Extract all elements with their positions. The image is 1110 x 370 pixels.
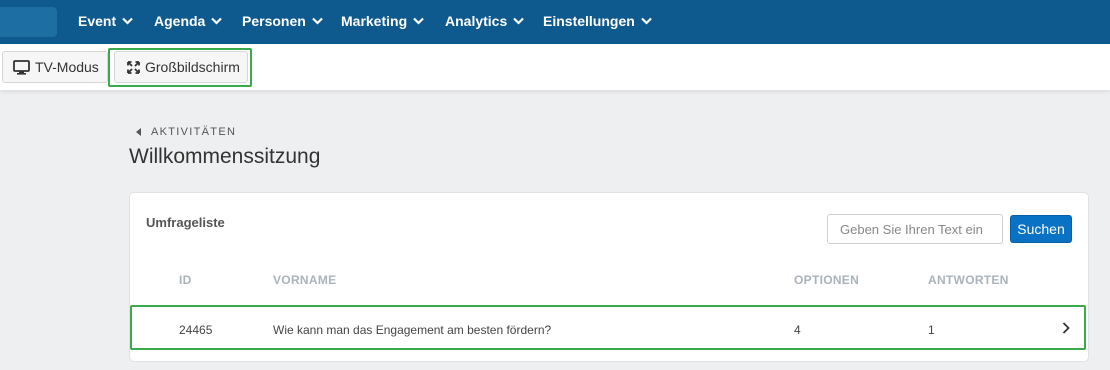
chevron-down-icon xyxy=(641,17,652,25)
nav-item-label: Event xyxy=(78,13,117,29)
cell-answers: 1 xyxy=(928,323,935,337)
column-header-name[interactable]: VORNAME xyxy=(273,273,336,287)
nav-item-label: Marketing xyxy=(341,13,408,29)
nav-item-marketing[interactable]: Marketing xyxy=(341,0,424,44)
nav-item-einstellungen[interactable]: Einstellungen xyxy=(543,0,652,44)
chevron-down-icon xyxy=(413,17,424,25)
nav-item-label: Einstellungen xyxy=(543,13,635,29)
caret-left-icon xyxy=(136,128,141,136)
app-logo[interactable] xyxy=(0,7,57,37)
nav-item-label: Agenda xyxy=(154,13,206,29)
chevron-down-icon xyxy=(312,17,323,25)
card-title: Umfrageliste xyxy=(146,215,225,230)
chevron-down-icon xyxy=(211,17,223,25)
column-header-answers[interactable]: ANTWORTEN xyxy=(928,273,1009,287)
nav-item-analytics[interactable]: Analytics xyxy=(445,0,525,44)
column-header-id[interactable]: ID xyxy=(179,273,192,287)
chevron-down-icon xyxy=(513,17,525,25)
tv-mode-button[interactable]: TV-Modus xyxy=(2,51,108,83)
chevron-right-icon[interactable] xyxy=(1062,322,1070,334)
breadcrumb-label: AKTIVITÄTEN xyxy=(151,126,237,138)
nav-item-label: Personen xyxy=(242,13,306,29)
cell-id: 24465 xyxy=(179,323,213,337)
column-header-options[interactable]: OPTIONEN xyxy=(794,273,859,287)
cell-name: Wie kann man das Engagement am besten fö… xyxy=(273,323,552,337)
monitor-icon xyxy=(13,59,30,75)
chevron-down-icon xyxy=(122,17,133,25)
nav-item-label: Analytics xyxy=(445,13,508,29)
nav-item-event[interactable]: Event xyxy=(78,0,133,44)
page-title: Willkommenssitzung xyxy=(129,145,321,168)
search-button[interactable]: Suchen xyxy=(1010,215,1072,243)
breadcrumb-back-link[interactable]: AKTIVITÄTEN xyxy=(136,126,236,138)
cell-options: 4 xyxy=(794,323,801,337)
nav-item-personen[interactable]: Personen xyxy=(242,0,323,44)
nav-item-agenda[interactable]: Agenda xyxy=(154,0,223,44)
survey-list-card: Umfrageliste Suchen ID VORNAME OPTIONEN … xyxy=(129,192,1089,362)
highlight-frame xyxy=(108,48,252,87)
top-navigation: Event Agenda Personen Marketing Analytic… xyxy=(0,0,1110,44)
search-input[interactable] xyxy=(827,214,1003,244)
tv-mode-label: TV-Modus xyxy=(35,59,99,75)
